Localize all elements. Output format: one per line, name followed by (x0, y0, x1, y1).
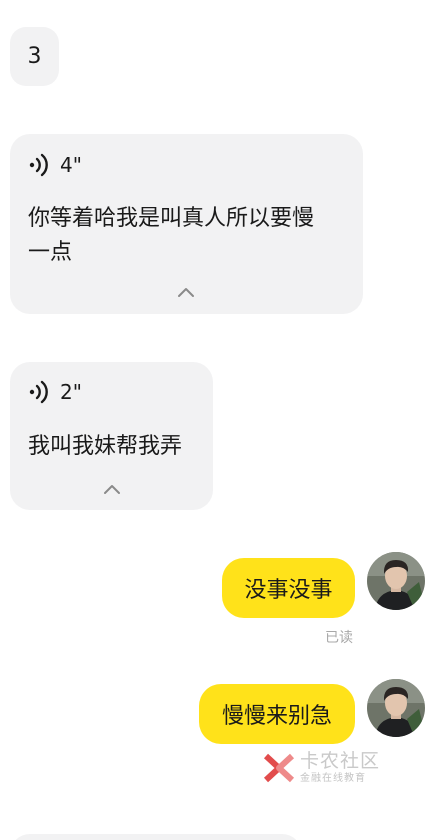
incoming-bubble-partial[interactable] (10, 834, 302, 840)
watermark: 卡农社区 金融在线教育 (262, 750, 380, 786)
chevron-up-icon[interactable] (176, 286, 196, 298)
avatar-image (367, 679, 425, 737)
voice-play-row[interactable]: 2" (28, 379, 82, 405)
voice-duration: 4" (60, 153, 82, 177)
watermark-logo-icon (263, 753, 295, 783)
voice-transcript: 你等着哈我是叫真人所以要慢 一点 (28, 202, 314, 270)
voice-wave-icon (29, 380, 48, 404)
outgoing-text-bubble[interactable]: 没事没事 (222, 558, 355, 618)
avatar-image (367, 552, 425, 610)
voice-play-row[interactable]: 4" (28, 152, 82, 178)
watermark-title: 卡农社区 (300, 750, 381, 772)
incoming-voice-bubble[interactable]: 2" 我叫我妹帮我弄 (10, 362, 213, 510)
watermark-subtitle: 金融在线教育 (300, 773, 366, 784)
transcript-line: 你等着哈我是叫真人所以要慢 (28, 206, 315, 231)
avatar[interactable] (367, 552, 425, 610)
transcript-line: 我叫我妹帮我弄 (28, 434, 183, 459)
message-text: 没事没事 (244, 578, 333, 603)
message-text: 3 (27, 44, 42, 69)
transcript-line: 一点 (28, 240, 73, 265)
voice-wave-icon (29, 153, 48, 177)
chevron-up-icon[interactable] (102, 483, 122, 495)
message-text: 慢慢来别急 (221, 704, 332, 729)
voice-duration: 2" (60, 380, 82, 404)
voice-transcript: 我叫我妹帮我弄 (28, 430, 182, 464)
chat-view: 3 4" 你等着哈我是叫真人所以要慢 一点 2" 我叫我妹帮我弄 没事没事 已读… (0, 0, 444, 840)
avatar[interactable] (367, 679, 425, 737)
outgoing-text-bubble[interactable]: 慢慢来别急 (199, 684, 355, 744)
incoming-voice-bubble[interactable]: 4" 你等着哈我是叫真人所以要慢 一点 (10, 134, 363, 314)
read-receipt: 已读 (325, 630, 353, 646)
incoming-text-bubble[interactable]: 3 (10, 27, 59, 86)
